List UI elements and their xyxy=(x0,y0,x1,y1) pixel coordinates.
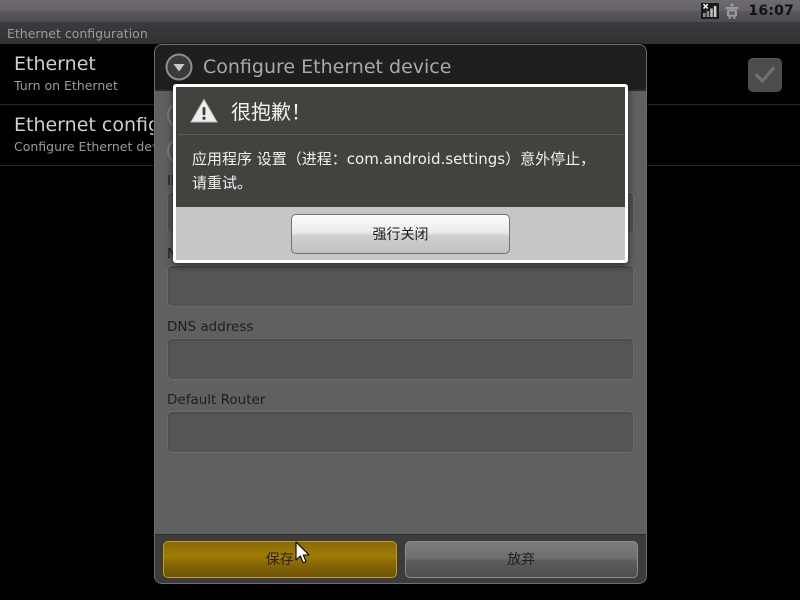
force-close-error-dialog: 很抱歉！ 应用程序 设置（进程：com.android.settings）意外停… xyxy=(173,84,628,263)
force-close-button[interactable]: 强行关闭 xyxy=(291,213,510,254)
dns-address-input[interactable] xyxy=(167,338,634,380)
warning-triangle-icon xyxy=(190,98,218,124)
save-button[interactable]: 保存 xyxy=(163,540,397,578)
chevron-down-circle-icon xyxy=(165,53,193,81)
discard-button[interactable]: 放弃 xyxy=(404,540,638,578)
activity-title: Ethernet configuration xyxy=(7,25,148,41)
android-screen: 16:07 Ethernet configuration Ethernet Tu… xyxy=(0,0,800,600)
error-dialog-title: 很抱歉！ xyxy=(231,100,311,124)
dialog-footer: 保存 放弃 xyxy=(155,534,646,583)
dns-address-label: DNS address xyxy=(167,319,254,335)
status-bar-clock: 16:07 xyxy=(748,3,794,19)
checkmark-icon xyxy=(754,66,776,84)
signal-no-service-icon xyxy=(701,3,720,19)
ethernet-enable-checkbox[interactable] xyxy=(748,58,782,92)
activity-title-bar: Ethernet configuration xyxy=(0,22,800,44)
dialog-title: Configure Ethernet device xyxy=(203,56,452,78)
status-bar: 16:07 xyxy=(0,0,800,22)
default-router-input[interactable] xyxy=(167,411,634,453)
error-dialog-message: 应用程序 设置（进程：com.android.settings）意外停止，请重试… xyxy=(192,150,596,192)
error-dialog-header: 很抱歉！ xyxy=(176,87,625,134)
status-bar-icons xyxy=(701,3,742,19)
netmask-input[interactable] xyxy=(167,265,634,307)
android-usb-debug-icon xyxy=(724,3,742,19)
default-router-label: Default Router xyxy=(167,392,266,408)
error-dialog-button-bar: 强行关闭 xyxy=(176,207,625,260)
